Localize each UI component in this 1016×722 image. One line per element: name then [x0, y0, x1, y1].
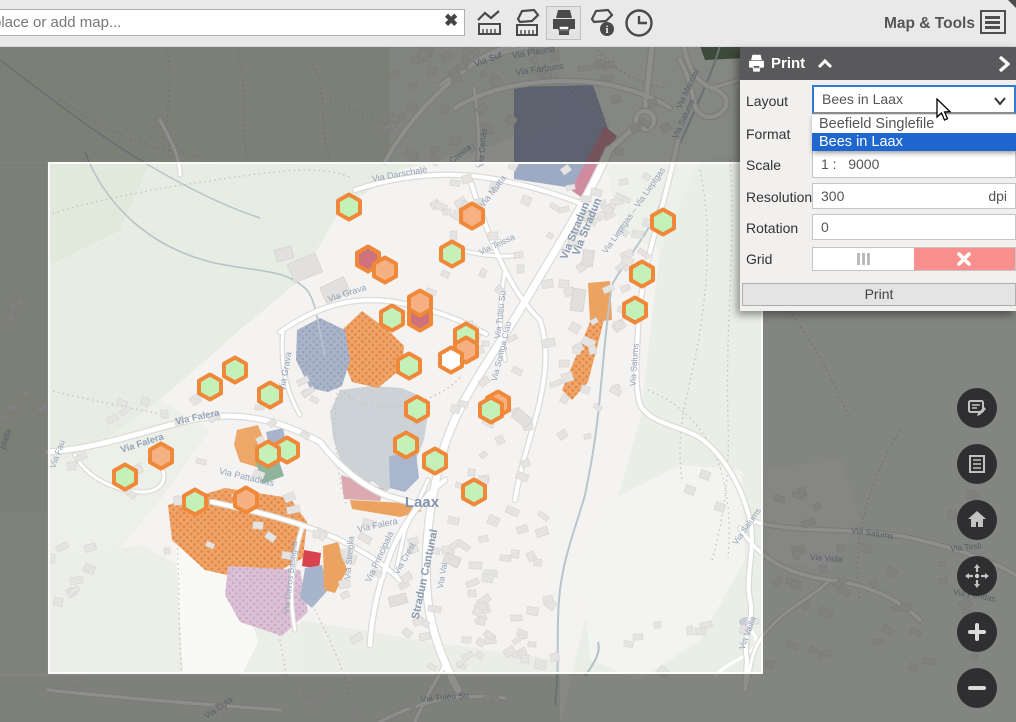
svg-text:i: i	[606, 25, 609, 36]
